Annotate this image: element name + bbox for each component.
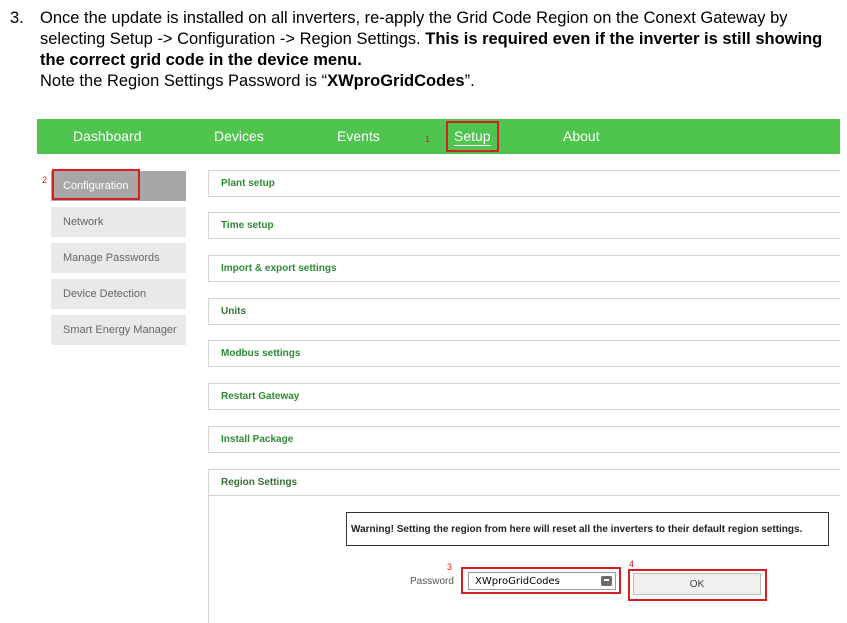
highlight-ok [628, 569, 767, 601]
panel-modbus[interactable]: Modbus settings [208, 340, 840, 367]
step-text-part2: Note the Region Settings Password is “ [40, 72, 328, 90]
highlight-setup [446, 121, 499, 152]
sidebar-item-manage-passwords[interactable]: Manage Passwords [51, 243, 186, 273]
panel-units[interactable]: Units [208, 298, 840, 325]
region-warning: Warning! Setting the region from here wi… [346, 512, 829, 546]
top-nav: Dashboard Devices Events Setup About [37, 119, 840, 154]
step-text-password: XWproGridCodes [327, 72, 465, 90]
marker-1: 1 [425, 134, 431, 144]
panel-install-package[interactable]: Install Package [208, 426, 840, 453]
nav-dashboard[interactable]: Dashboard [73, 128, 142, 144]
sidebar-item-smart-energy-manager[interactable]: Smart Energy Manager [51, 315, 186, 345]
nav-devices[interactable]: Devices [214, 128, 264, 144]
nav-events[interactable]: Events [337, 128, 380, 144]
sidebar-item-network[interactable]: Network [51, 207, 186, 237]
sidebar-item-device-detection[interactable]: Device Detection [51, 279, 186, 309]
highlight-password [461, 567, 621, 594]
password-label: Password [410, 576, 454, 587]
nav-about[interactable]: About [563, 128, 600, 144]
step-text: Once the update is installed on all inve… [40, 8, 840, 92]
step-number: 3. [10, 9, 24, 27]
marker-2: 2 [42, 175, 48, 185]
marker-4: 4 [629, 559, 635, 569]
panel-region-settings[interactable]: Region Settings [208, 469, 840, 496]
step-text-part3: ”. [464, 72, 475, 90]
panel-import-export[interactable]: Import & export settings [208, 255, 840, 282]
panel-restart-gateway[interactable]: Restart Gateway [208, 383, 840, 410]
marker-3: 3 [447, 562, 453, 572]
highlight-configuration [52, 169, 140, 200]
panel-plant-setup[interactable]: Plant setup [208, 170, 840, 197]
panel-time-setup[interactable]: Time setup [208, 212, 840, 239]
